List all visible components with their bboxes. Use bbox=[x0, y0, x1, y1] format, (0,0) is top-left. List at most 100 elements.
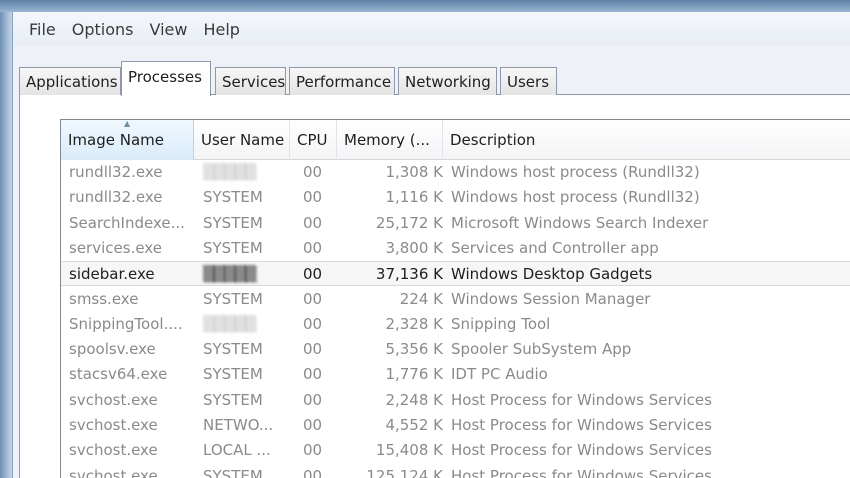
process-description: IDT PC Audio bbox=[451, 365, 548, 384]
process-user-name: SYSTEM bbox=[203, 289, 263, 308]
column-memory[interactable]: Memory (... bbox=[337, 120, 443, 160]
process-description: Host Process for Windows Services bbox=[451, 416, 712, 434]
process-image-name: svchost.exe bbox=[69, 416, 158, 434]
process-image-name: sidebar.exe bbox=[69, 265, 155, 284]
column-user-name-label: User Name bbox=[201, 131, 285, 149]
process-image-name: spoolsv.exe bbox=[69, 340, 156, 359]
process-row[interactable]: sidebar.exe ▒▒▒▒▒ 00 37,136 K Windows Deskto… bbox=[61, 261, 850, 287]
tab-applications[interactable]: Applications bbox=[19, 67, 121, 95]
tab-services[interactable]: Services bbox=[215, 67, 286, 95]
menu-file[interactable]: File bbox=[21, 20, 64, 39]
process-image-name: rundll32.exe bbox=[69, 163, 163, 181]
process-description: Microsoft Windows Search Indexer bbox=[451, 213, 709, 232]
tab-networking[interactable]: Networking bbox=[398, 67, 497, 95]
menu-bar: File Options View Help bbox=[13, 12, 850, 46]
tab-processes[interactable]: Processes bbox=[121, 61, 211, 96]
process-image-name: svchost.exe bbox=[69, 390, 158, 409]
process-user-name: SYSTEM bbox=[203, 238, 263, 257]
process-row[interactable]: stacsv64.exe SYSTEM 00 1,776 K IDT PC Audio bbox=[61, 362, 850, 387]
process-row[interactable]: svchost.exe NETWO... 00 4,552 K Host Process… bbox=[61, 413, 850, 438]
process-description: Host Process for Windows Services bbox=[451, 441, 712, 460]
process-image-name: svchost.exe bbox=[69, 441, 158, 460]
process-user-name: SYSTEM bbox=[203, 213, 263, 232]
process-description: Spooler SubSystem App bbox=[451, 340, 632, 359]
process-row[interactable]: svchost.exe SYSTEM 00 2,248 K Host Process f… bbox=[61, 388, 850, 413]
column-memory-label: Memory (... bbox=[344, 131, 430, 149]
column-cpu-label: CPU bbox=[297, 131, 328, 149]
process-row[interactable]: rundll32.exe ▒▒▒▒▒ 00 1,308 K Windows host p… bbox=[61, 160, 850, 185]
process-user-name-redacted: ▒▒▒▒▒ bbox=[203, 314, 257, 333]
process-cpu: 00 bbox=[303, 441, 323, 460]
column-description-label: Description bbox=[450, 131, 536, 149]
process-user-name: SYSTEM bbox=[203, 390, 263, 409]
process-memory: 1,308 K bbox=[385, 163, 443, 181]
process-row[interactable]: SnippingTool.... ▒▒▒▒▒ 00 2,328 K Snipping T… bbox=[61, 312, 850, 337]
process-image-name: smss.exe bbox=[69, 289, 139, 308]
process-cpu: 00 bbox=[303, 163, 323, 181]
process-row[interactable]: SearchIndexe... SYSTEM 00 25,172 K Microsoft… bbox=[61, 211, 850, 236]
process-memory: 1,776 K bbox=[385, 365, 443, 384]
process-user-name: LOCAL ... bbox=[203, 441, 271, 460]
column-description[interactable]: Description bbox=[443, 120, 850, 160]
process-description: Windows host process (Rundll32) bbox=[451, 188, 700, 207]
process-cpu: 00 bbox=[303, 466, 323, 478]
process-description: Host Process for Windows Services bbox=[451, 390, 712, 409]
sort-ascending-icon: ▲ bbox=[124, 120, 131, 128]
process-memory: 5,356 K bbox=[385, 340, 443, 359]
tab-users[interactable]: Users bbox=[500, 67, 557, 95]
process-row[interactable]: spoolsv.exe SYSTEM 00 5,356 K Spooler SubSys… bbox=[61, 337, 850, 362]
process-memory: 224 K bbox=[399, 289, 443, 308]
menu-help[interactable]: Help bbox=[195, 20, 247, 39]
process-list[interactable]: ▲ Image Name User Name CPU Memory (... D… bbox=[60, 119, 850, 478]
process-image-name: rundll32.exe bbox=[69, 188, 163, 207]
process-image-name: SnippingTool.... bbox=[69, 314, 183, 333]
process-cpu: 00 bbox=[303, 340, 323, 359]
process-cpu: 00 bbox=[303, 238, 323, 257]
process-description: Services and Controller app bbox=[451, 238, 659, 257]
process-image-name: stacsv64.exe bbox=[69, 365, 168, 384]
process-cpu: 00 bbox=[303, 365, 323, 384]
process-user-name: SYSTEM bbox=[203, 365, 263, 384]
process-memory: 3,800 K bbox=[385, 238, 443, 257]
process-user-name-redacted: ▒▒▒▒▒ bbox=[203, 265, 257, 284]
process-user-name-redacted: ▒▒▒▒▒ bbox=[203, 163, 257, 181]
process-user-name: SYSTEM bbox=[203, 340, 263, 359]
process-cpu: 00 bbox=[303, 188, 323, 207]
tab-performance[interactable]: Performance bbox=[289, 67, 395, 95]
column-header-bar: ▲ Image Name User Name CPU Memory (... D… bbox=[61, 120, 850, 160]
task-manager-window: File Options View Help Applications Proc… bbox=[12, 12, 850, 478]
process-memory: 25,172 K bbox=[375, 213, 443, 232]
process-description: Snipping Tool bbox=[451, 314, 551, 333]
menu-options[interactable]: Options bbox=[64, 20, 142, 39]
process-cpu: 00 bbox=[303, 416, 323, 434]
menu-view[interactable]: View bbox=[142, 20, 196, 39]
process-description: Windows Session Manager bbox=[451, 289, 651, 308]
process-memory: 37,136 K bbox=[375, 265, 443, 284]
process-cpu: 00 bbox=[303, 213, 323, 232]
column-user-name[interactable]: User Name bbox=[194, 120, 290, 160]
process-row[interactable]: smss.exe SYSTEM 00 224 K Windows Session Man… bbox=[61, 287, 850, 312]
process-user-name: NETWO... bbox=[203, 416, 274, 434]
column-image-name-label: Image Name bbox=[68, 131, 164, 149]
process-image-name: services.exe bbox=[69, 238, 162, 257]
process-cpu: 00 bbox=[303, 265, 323, 284]
process-cpu: 00 bbox=[303, 314, 323, 333]
process-row[interactable]: services.exe SYSTEM 00 3,800 K Services and … bbox=[61, 236, 850, 261]
process-description: Windows Desktop Gadgets bbox=[451, 265, 653, 284]
processes-panel: ▲ Image Name User Name CPU Memory (... D… bbox=[19, 95, 850, 478]
process-memory: 125,124 K bbox=[366, 466, 443, 478]
tab-strip: Applications Processes Services Performa… bbox=[19, 53, 850, 96]
process-image-name: SearchIndexe... bbox=[69, 213, 185, 232]
column-cpu[interactable]: CPU bbox=[290, 120, 337, 160]
process-row[interactable]: svchost.exe SYSTEM 00 125,124 K Host Process… bbox=[61, 464, 850, 478]
process-memory: 2,248 K bbox=[385, 390, 443, 409]
column-image-name[interactable]: ▲ Image Name bbox=[61, 120, 194, 160]
process-row[interactable]: svchost.exe LOCAL ... 00 15,408 K Host Proce… bbox=[61, 438, 850, 463]
process-description: Host Process for Windows Services bbox=[451, 466, 712, 478]
process-memory: 15,408 K bbox=[375, 441, 443, 460]
process-user-name: SYSTEM bbox=[203, 466, 263, 478]
process-memory: 1,116 K bbox=[385, 188, 443, 207]
process-memory: 2,328 K bbox=[385, 314, 443, 333]
process-row[interactable]: rundll32.exe SYSTEM 00 1,116 K Windows host … bbox=[61, 185, 850, 210]
window-titlebar[interactable] bbox=[0, 0, 850, 12]
